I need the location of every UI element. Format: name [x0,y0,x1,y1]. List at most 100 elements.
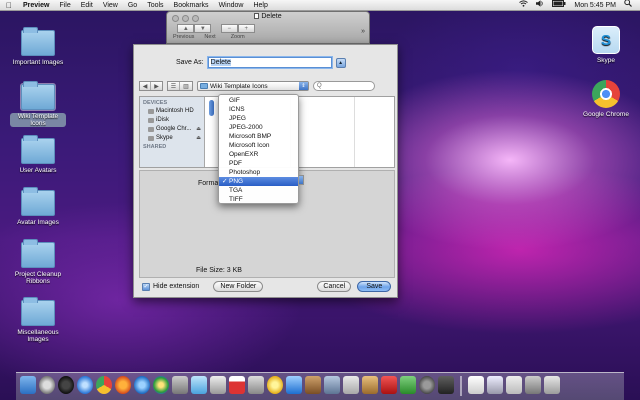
menu-tools[interactable]: Tools [142,0,168,11]
folder-stack-icon[interactable] [506,376,522,394]
chrome-dock-icon[interactable] [96,376,112,394]
toolbar-overflow-icon[interactable]: » [361,28,365,35]
firefox-icon[interactable] [115,376,131,394]
trash-icon[interactable] [544,376,560,394]
back-button[interactable]: ◀ [140,82,151,90]
skype-dock-icon[interactable] [191,376,207,394]
format-option-jpeg-2000[interactable]: JPEG-2000 [219,123,298,132]
iphoto-icon[interactable] [305,376,321,394]
imovie-icon[interactable] [324,376,340,394]
file-size-row: File Size: 3 KB [196,267,242,274]
eject-icon[interactable]: ⏏ [196,125,201,134]
finder-icon[interactable] [20,376,36,394]
expand-dialog-button[interactable]: ▲ [335,57,346,68]
desktop-folder-user-avatars[interactable]: User Avatars [10,135,66,174]
expose-icon[interactable] [58,376,74,394]
sidebar-item-macintosh-hd[interactable]: Macintosh HD [140,107,204,116]
sidebar-scroll-indicator[interactable] [209,100,214,116]
dock [16,372,624,400]
sidebar-item-label: iDisk [156,117,169,123]
vlc-icon[interactable] [267,376,283,394]
preview-dock-icon[interactable] [248,376,264,394]
format-option-microsoft-bmp[interactable]: Microsoft BMP [219,132,298,141]
format-option-tiff[interactable]: TIFF [219,195,298,204]
new-folder-button[interactable]: New Folder [213,281,264,292]
cancel-button[interactable]: Cancel [317,281,352,292]
document-stack-icon[interactable] [468,376,484,394]
format-option-icns[interactable]: ICNS [219,105,298,114]
pages-icon[interactable] [362,376,378,394]
downloads-stack-icon[interactable] [487,376,503,394]
format-option-gif[interactable]: GIF [219,96,298,105]
zoom-out-button[interactable]: − [220,24,238,33]
desktop-app-skype[interactable]: S Skype [578,26,634,64]
menu-window[interactable]: Window [214,0,249,11]
menu-bookmarks[interactable]: Bookmarks [169,0,214,11]
save-button[interactable]: Save [357,281,392,292]
desktop-folder-miscellaneous-images[interactable]: Miscellaneous Images [10,297,66,343]
desktop-folder-project-cleanup-ribbons[interactable]: Project Cleanup Ribbons [10,239,66,285]
format-option-tga[interactable]: TGA [219,186,298,195]
mail-icon[interactable] [134,376,150,394]
volume-icon[interactable] [536,0,544,11]
numbers-icon[interactable] [400,376,416,394]
desktop-icon-label: Wiki Template Icons [10,113,66,127]
zoom-in-button[interactable]: + [237,24,255,33]
format-option-pdf[interactable]: PDF [219,159,298,168]
menu-file[interactable]: File [54,0,75,11]
hide-extension-checkbox[interactable]: ✓ [142,282,150,291]
applications-stack-icon[interactable] [525,376,541,394]
address-book-icon[interactable] [210,376,226,394]
format-option-jpeg[interactable]: JPEG [219,114,298,123]
dashboard-icon[interactable] [39,376,55,394]
next-button[interactable]: ▼ [194,24,212,33]
ichat-icon[interactable] [153,376,169,394]
sidebar-item-google-chrome[interactable]: Google Chr... ⏏ [140,125,204,134]
eject-icon[interactable]: ⏏ [196,134,201,143]
format-option-openexr[interactable]: OpenEXR [219,150,298,159]
time-machine-icon[interactable] [419,376,435,394]
menu-edit[interactable]: Edit [76,0,98,11]
apple-menu-icon[interactable]:  [0,1,18,10]
ical-icon[interactable] [229,376,245,394]
spotlight-icon[interactable] [624,0,632,11]
disk-image-icon [148,127,154,132]
format-option-microsoft-icon[interactable]: Microsoft Icon [219,141,298,150]
menu-app-name[interactable]: Preview [18,0,54,11]
format-option-png[interactable]: ✓ PNG [219,177,298,186]
folder-icon [21,297,55,326]
zoom-label: Zoom [230,34,245,40]
desktop-app-google-chrome[interactable]: Google Chrome [578,80,634,118]
filename-field[interactable]: Delete [207,57,332,68]
terminal-icon[interactable] [438,376,454,394]
preview-window: Delete ▲ ▼ Previous Next − + Zoom » [166,11,370,44]
system-icon[interactable] [172,376,188,394]
menu-view[interactable]: View [98,0,123,11]
photo-booth-icon[interactable] [381,376,397,394]
sidebar-item-idisk[interactable]: iDisk [140,116,204,125]
battery-icon[interactable] [552,0,566,11]
garageband-icon[interactable] [343,376,359,394]
menu-go[interactable]: Go [123,0,142,11]
chrome-icon [592,80,620,108]
format-popup-arrows-icon[interactable] [299,175,304,185]
menubar-clock[interactable]: Mon 5:45 PM [574,0,616,11]
column-view-icon[interactable]: ▥ [180,82,192,90]
forward-button[interactable]: ▶ [151,82,162,90]
desktop-folder-wiki-template-icons[interactable]: Wiki Template Icons [10,81,66,127]
zoom-control: − + Zoom [220,24,255,40]
list-view-icon[interactable]: ☰ [168,82,180,90]
wifi-icon[interactable] [519,0,529,11]
format-option-photoshop[interactable]: Photoshop [219,168,298,177]
sidebar-item-skype[interactable]: Skype ⏏ [140,134,204,143]
location-popup[interactable]: Wiki Template Icons ⇕ [197,81,309,91]
desktop-folder-avatar-images[interactable]: Avatar Images [10,187,66,226]
folder-icon [21,135,55,164]
desktop-folder-important-images[interactable]: Important Images [10,27,66,66]
safari-icon[interactable] [77,376,93,394]
previous-button[interactable]: ▲ [177,24,195,33]
search-input[interactable]: Q [313,81,375,91]
itunes-icon[interactable] [286,376,302,394]
window-title: Delete [261,13,282,20]
menu-help[interactable]: Help [248,0,272,11]
